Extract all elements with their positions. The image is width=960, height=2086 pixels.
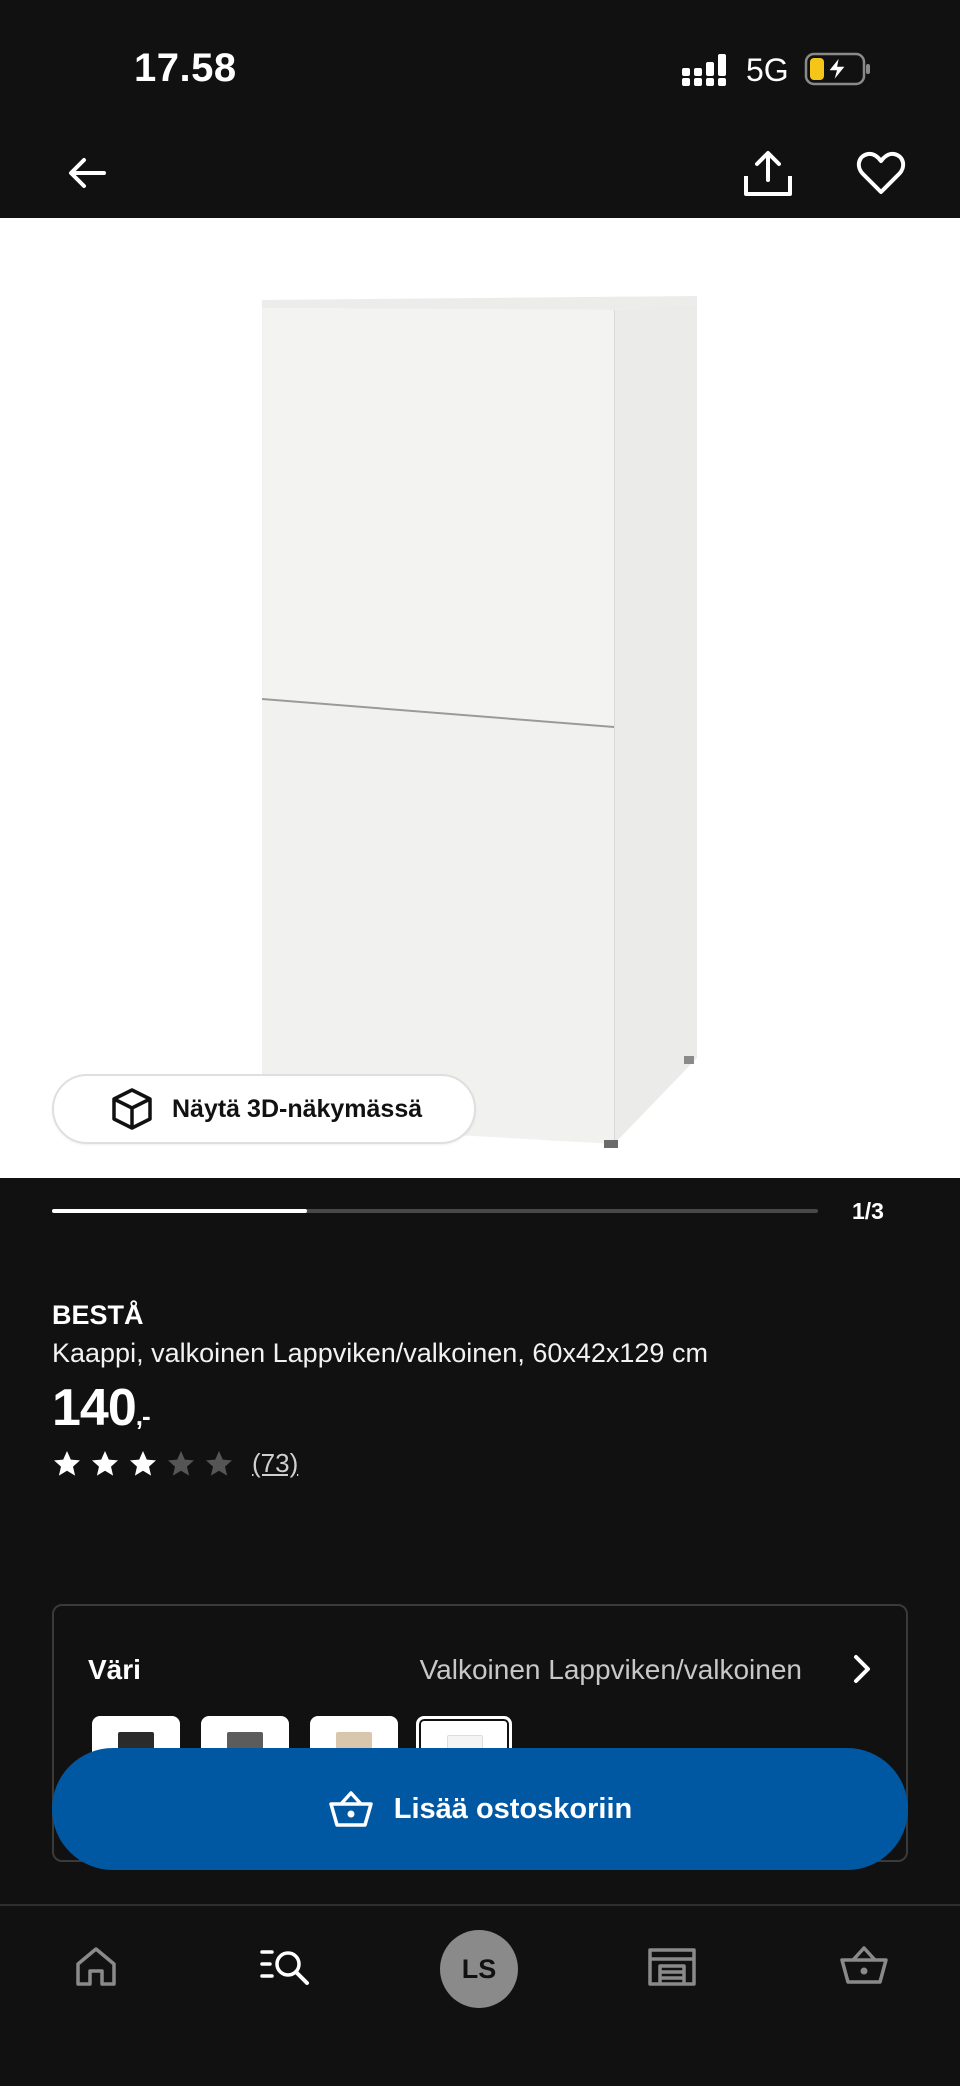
share-icon[interactable] xyxy=(742,148,794,198)
heart-icon[interactable] xyxy=(856,150,906,196)
add-to-cart-label: Lisää ostoskoriin xyxy=(393,1792,633,1825)
star-empty-icon xyxy=(168,1450,194,1476)
view-3d-label: Näytä 3D-näkymässä xyxy=(172,1094,423,1123)
view-3d-button[interactable]: Näytä 3D-näkymässä xyxy=(52,1074,476,1144)
product-image-gallery[interactable]: Näytä 3D-näkymässä xyxy=(0,218,960,1178)
status-time: 17.58 xyxy=(134,46,237,90)
top-nav-bar xyxy=(0,140,960,220)
star-empty-icon xyxy=(206,1450,232,1476)
review-count-link[interactable]: (73) xyxy=(252,1448,298,1479)
basket-icon xyxy=(328,1791,373,1827)
bottom-tab-bar: LS xyxy=(0,1904,960,2086)
price-value: 140 xyxy=(52,1379,137,1437)
chevron-right-icon[interactable] xyxy=(848,1652,876,1686)
price-suffix: ,- xyxy=(135,1401,151,1431)
product-description: Kaappi, valkoinen Lappviken/valkoinen, 6… xyxy=(52,1338,708,1368)
tab-home[interactable] xyxy=(66,1936,126,1996)
tab-search[interactable] xyxy=(256,1936,316,1996)
star-filled-icon xyxy=(54,1450,80,1476)
status-bar: 17.58 5G xyxy=(0,0,960,140)
network-type: 5G xyxy=(746,52,789,88)
variant-value: Valkoinen Lappviken/valkoinen xyxy=(419,1654,802,1685)
arrow-left-icon[interactable] xyxy=(64,150,110,196)
cube-3d-icon xyxy=(112,1088,152,1130)
home-icon xyxy=(76,1947,116,1986)
battery-charging-icon xyxy=(804,52,870,86)
profile-avatar[interactable]: LS xyxy=(440,1930,518,2008)
product-image xyxy=(261,296,697,1148)
add-to-cart-button[interactable]: Lisää ostoskoriin xyxy=(52,1748,908,1870)
product-rating[interactable]: (73) xyxy=(52,1448,298,1479)
gallery-progress-bar xyxy=(52,1209,818,1213)
product-brand: BESTÅ xyxy=(52,1300,144,1330)
store-icon xyxy=(648,1948,696,1986)
variant-label: Väri xyxy=(88,1654,141,1685)
gallery-page-indicator: 1/3 xyxy=(852,1198,884,1224)
cart-icon xyxy=(840,1946,888,1984)
rating-stars xyxy=(52,1449,242,1479)
tab-store[interactable] xyxy=(642,1936,702,1996)
signal-icon xyxy=(682,54,726,86)
star-filled-icon xyxy=(130,1450,156,1476)
star-filled-icon xyxy=(92,1450,118,1476)
product-price: 140,- xyxy=(52,1378,151,1438)
tab-cart[interactable] xyxy=(834,1936,894,1996)
search-list-icon xyxy=(260,1950,309,1985)
gallery-progress-fill xyxy=(52,1209,308,1213)
